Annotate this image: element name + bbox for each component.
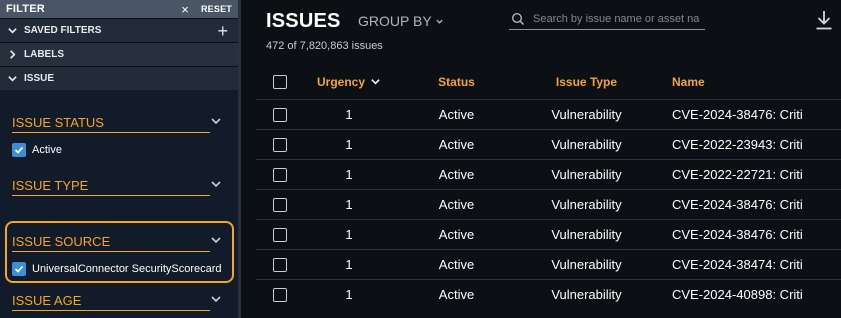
close-icon[interactable]: ×	[181, 3, 189, 16]
option-active[interactable]: Active	[12, 143, 226, 157]
section-saved-filters[interactable]: SAVED FILTERS +	[0, 18, 238, 42]
checkbox-checked[interactable]	[12, 143, 26, 157]
chevron-down-icon[interactable]	[210, 292, 222, 304]
option-label: UniversalConnector SecurityScorecard	[32, 263, 222, 275]
cell-urgency: 1	[304, 188, 394, 219]
cell-urgency: 1	[304, 278, 394, 309]
cell-name[interactable]: CVE-2024-38474: Criti	[654, 248, 841, 279]
issue-count: 472 of 7,820,863 issues	[266, 40, 383, 52]
group-issue-source: ISSUE SOURCE UniversalConnector Security…	[0, 233, 238, 276]
add-filter-button[interactable]: +	[217, 22, 228, 40]
section-label: SAVED FILTERS	[24, 25, 102, 36]
row-checkbox[interactable]	[273, 288, 287, 303]
row-checkbox[interactable]	[273, 167, 287, 182]
table-row[interactable]: 1 Active Vulnerability CVE-2024-38474: C…	[256, 248, 841, 279]
group-title[interactable]: ISSUE TYPE	[12, 178, 210, 196]
filter-title: FILTER	[6, 3, 45, 15]
chevron-down-icon	[6, 25, 18, 37]
column-header-urgency[interactable]: Urgency	[304, 65, 394, 99]
table-row[interactable]: 1 Active Vulnerability CVE-2022-22721: C…	[256, 158, 841, 189]
cell-type: Vulnerability	[519, 128, 654, 159]
issues-panel: ISSUES GROUP BY 472 of 7,820,863 issues …	[241, 0, 841, 318]
issues-table: Urgency Status Issue Type Name 1 Active …	[256, 65, 841, 309]
cell-type: Vulnerability	[519, 248, 654, 279]
search-icon	[511, 12, 525, 26]
row-checkbox[interactable]	[273, 107, 287, 122]
cell-urgency: 1	[304, 128, 394, 159]
reset-button[interactable]: RESET	[201, 4, 232, 14]
cell-status: Active	[394, 98, 519, 129]
cell-name[interactable]: CVE-2024-38476: Criti	[654, 98, 841, 129]
table-row[interactable]: 1 Active Vulnerability CVE-2024-38476: C…	[256, 188, 841, 219]
issue-filters: ISSUE STATUS Active ISSUE TYPE	[0, 90, 238, 196]
cell-status: Active	[394, 188, 519, 219]
search-input[interactable]	[533, 13, 703, 25]
group-issue-type: ISSUE TYPE	[0, 177, 238, 196]
cell-status: Active	[394, 278, 519, 309]
section-issue[interactable]: ISSUE	[0, 66, 238, 90]
cell-type: Vulnerability	[519, 188, 654, 219]
column-header-status[interactable]: Status	[394, 65, 519, 99]
row-checkbox[interactable]	[273, 137, 287, 152]
table-row[interactable]: 1 Active Vulnerability CVE-2024-38476: C…	[256, 218, 841, 249]
cell-status: Active	[394, 128, 519, 159]
cell-name[interactable]: CVE-2024-40898: Criti	[654, 278, 841, 309]
chevron-down-icon	[6, 73, 18, 85]
cell-name[interactable]: CVE-2024-38476: Criti	[654, 218, 841, 249]
cell-urgency: 1	[304, 248, 394, 279]
cell-type: Vulnerability	[519, 278, 654, 309]
cell-type: Vulnerability	[519, 218, 654, 249]
table-row[interactable]: 1 Active Vulnerability CVE-2024-38476: C…	[256, 98, 841, 129]
table-row[interactable]: 1 Active Vulnerability CVE-2024-40898: C…	[256, 278, 841, 309]
group-title[interactable]: ISSUE SOURCE	[12, 234, 210, 252]
table-row[interactable]: 1 Active Vulnerability CVE-2022-23943: C…	[256, 128, 841, 159]
section-label: ISSUE	[24, 73, 55, 84]
cell-type: Vulnerability	[519, 98, 654, 129]
cell-name[interactable]: CVE-2022-23943: Criti	[654, 128, 841, 159]
chevron-down-icon	[435, 19, 443, 24]
cell-urgency: 1	[304, 218, 394, 249]
cell-type: Vulnerability	[519, 158, 654, 189]
download-icon[interactable]	[815, 10, 833, 35]
cell-status: Active	[394, 248, 519, 279]
checkbox-checked[interactable]	[12, 262, 26, 276]
section-labels[interactable]: LABELS	[0, 42, 238, 66]
sort-chevron-icon	[371, 79, 380, 85]
option-label: Active	[32, 144, 62, 156]
group-by-dropdown[interactable]: GROUP BY	[358, 13, 444, 29]
cell-status: Active	[394, 158, 519, 189]
group-issue-status: ISSUE STATUS Active	[0, 114, 238, 157]
cell-urgency: 1	[304, 158, 394, 189]
group-issue-age: ISSUE AGE	[0, 292, 238, 311]
cell-name[interactable]: CVE-2024-38476: Criti	[654, 188, 841, 219]
filter-header: FILTER × RESET	[0, 0, 238, 18]
filter-sidebar: FILTER × RESET SAVED FILTERS + LABELS IS…	[0, 0, 238, 318]
column-header-name[interactable]: Name	[654, 65, 841, 99]
chevron-right-icon	[6, 49, 18, 61]
option-universalconnector[interactable]: UniversalConnector SecurityScorecard	[12, 262, 226, 276]
row-checkbox[interactable]	[273, 227, 287, 242]
chevron-down-icon[interactable]	[210, 233, 222, 245]
group-title[interactable]: ISSUE STATUS	[12, 115, 210, 133]
cell-urgency: 1	[304, 98, 394, 129]
column-label: Urgency	[316, 74, 366, 89]
select-all-cell	[256, 65, 304, 99]
group-by-label: GROUP BY	[358, 13, 432, 29]
cell-name[interactable]: CVE-2022-22721: Criti	[654, 158, 841, 189]
group-title[interactable]: ISSUE AGE	[12, 293, 210, 311]
section-label: LABELS	[24, 49, 64, 60]
page-title: ISSUES	[266, 10, 341, 32]
cell-status: Active	[394, 218, 519, 249]
column-header-type[interactable]: Issue Type	[519, 65, 654, 99]
select-all-checkbox[interactable]	[273, 75, 287, 90]
search-bar	[509, 9, 705, 30]
row-checkbox[interactable]	[273, 197, 287, 212]
table-header-row: Urgency Status Issue Type Name	[256, 65, 841, 99]
chevron-down-icon[interactable]	[210, 177, 222, 189]
row-checkbox[interactable]	[273, 257, 287, 272]
chevron-down-icon[interactable]	[210, 114, 222, 126]
